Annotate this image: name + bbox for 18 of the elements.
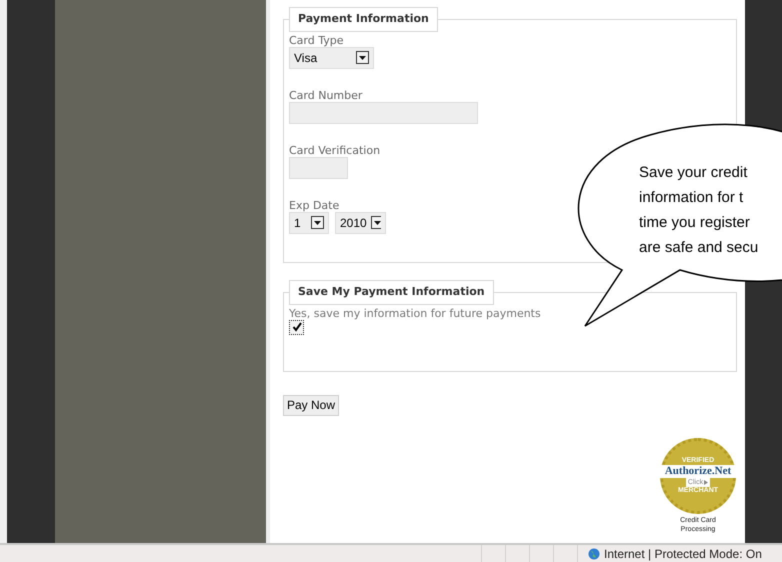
security-zone-text: Internet | Protected Mode: On [604,546,762,562]
dropdown-arrow-icon [370,216,381,229]
section-legend: Save My Payment Information [289,280,494,304]
callout-text: Save your credit information for t time you register are safe and secu [639,163,760,258]
globe-icon [588,548,600,560]
dropdown[interactable]: Visa [289,46,374,68]
field-label: Card Number [289,88,364,102]
field-label: Card Verification [289,144,382,156]
section-legend: Payment Information [289,7,438,32]
dropdown[interactable]: 2010 [335,212,386,234]
input-field[interactable] [289,102,478,124]
dropdown[interactable]: 1 [289,212,329,234]
field-label: Exp Date [289,198,340,212]
input-field[interactable] [289,156,348,178]
checkbox[interactable] [289,320,304,334]
pay-now-button[interactable]: Pay Now [283,394,340,416]
field-label: Card Type [289,34,344,46]
checkbox-label: Yes, save my information for future payments [289,306,542,320]
